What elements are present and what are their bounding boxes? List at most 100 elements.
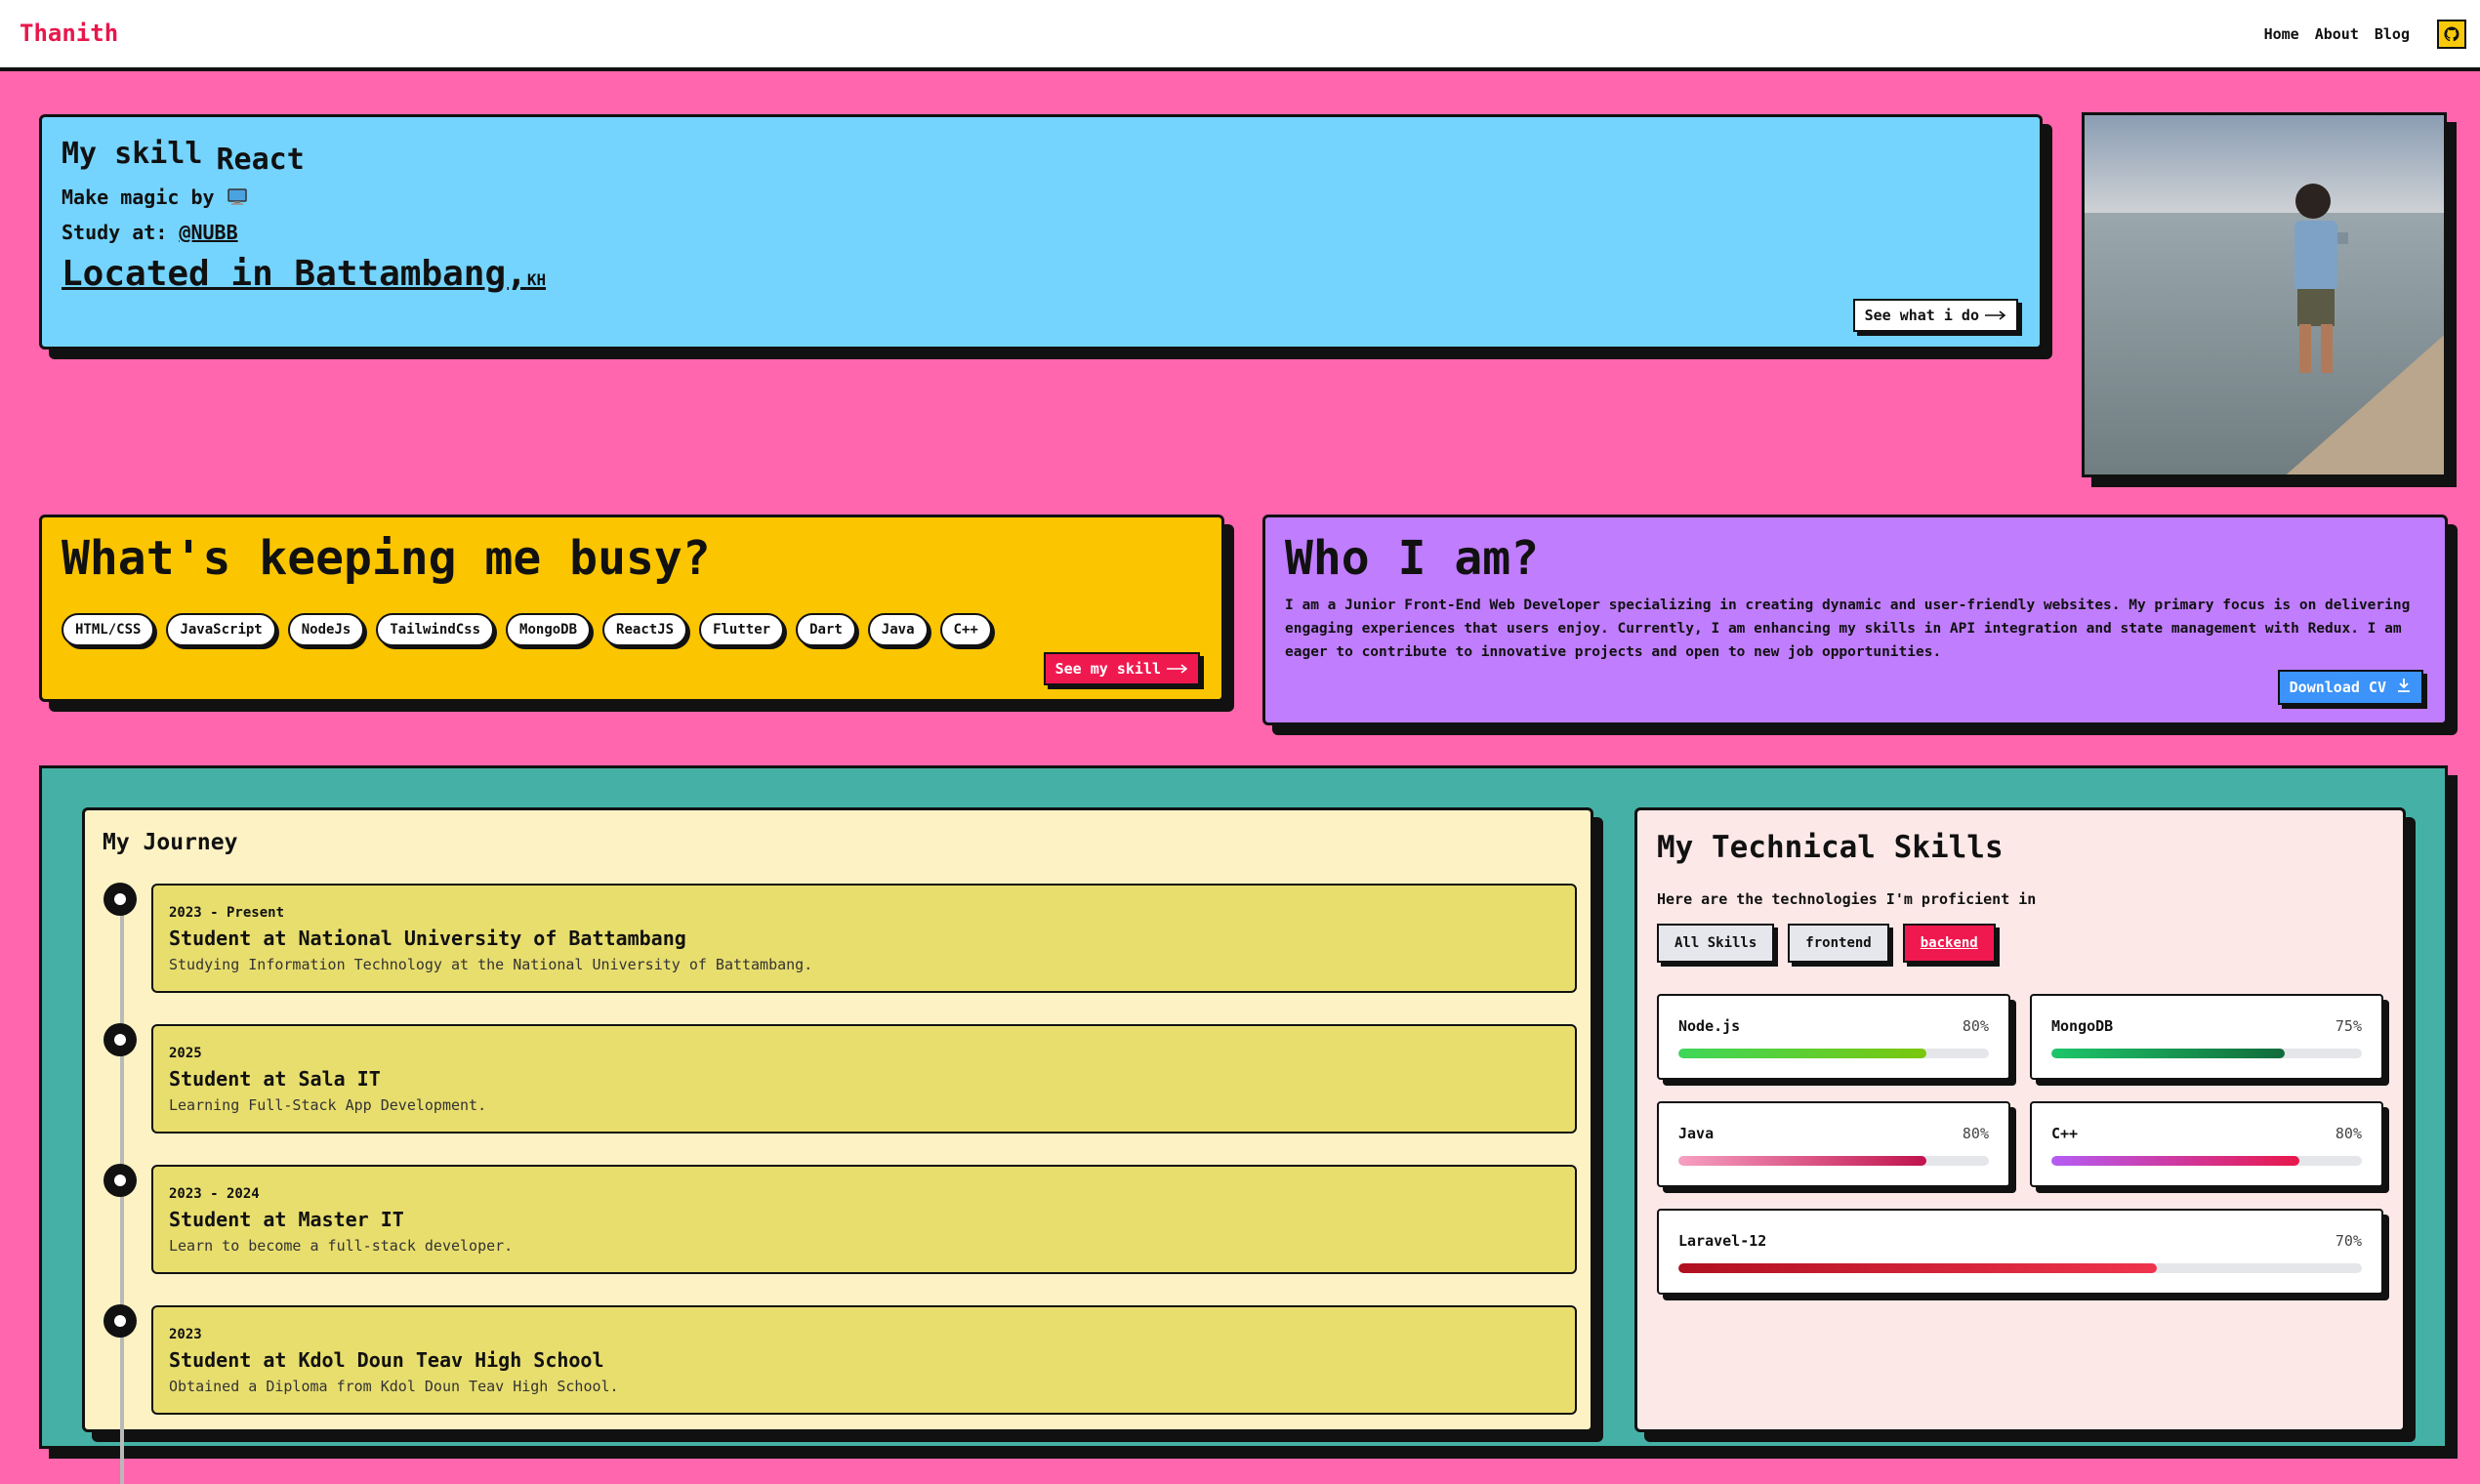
skill-percent: 80%: [2335, 1125, 2362, 1142]
skill-bar: [1678, 1156, 1989, 1166]
who-title: Who I am?: [1285, 531, 1540, 586]
skill-bar-fill: [1678, 1156, 1927, 1166]
hero-title-prefix: My skill: [62, 137, 203, 171]
skill-bar: [1678, 1049, 1989, 1058]
journey-item: 2023 Student at Kdol Doun Teav High Scho…: [151, 1305, 1577, 1415]
nav-link-home[interactable]: Home: [2264, 25, 2299, 43]
skills-title: My Technical Skills: [1657, 830, 2004, 865]
study-school-link[interactable]: @NUBB: [179, 221, 237, 244]
nav-links: Home About Blog: [2264, 25, 2410, 43]
tag-flutter: Flutter: [699, 613, 785, 646]
magic-line: Make magic by: [62, 186, 248, 209]
skill-card: MongoDB 75%: [2030, 994, 2383, 1080]
who-description: I am a Junior Front-End Web Developer sp…: [1285, 598, 2411, 660]
hero-title: My skill React: [62, 137, 305, 177]
journey-note: Learn to become a full-stack developer.: [169, 1237, 514, 1255]
tag-reactjs: ReactJS: [602, 613, 688, 646]
skill-bar: [2051, 1049, 2362, 1058]
skill-bar-fill: [2051, 1049, 2285, 1058]
journey-title: My Journey: [103, 830, 238, 855]
skill-bar: [2051, 1156, 2362, 1166]
hero-rotating-skill: React: [216, 143, 305, 177]
skills-subtitle: Here are the technologies I'm proficient…: [1657, 890, 2037, 908]
journey-note: Learning Full-Stack App Development.: [169, 1096, 487, 1114]
skill-card: Laravel-12 70%: [1657, 1209, 2383, 1295]
timeline-dot: [103, 883, 137, 916]
see-my-skill-label: See my skill: [1054, 660, 1161, 678]
skill-percent: 70%: [2335, 1232, 2362, 1250]
skill-name: Laravel-12: [1678, 1232, 1767, 1250]
skill-card: Node.js 80%: [1657, 994, 2010, 1080]
tag-nodejs: NodeJs: [287, 613, 365, 646]
journey-date: 2025: [169, 1046, 202, 1061]
top-nav: Thanith Home About Blog: [0, 0, 2480, 71]
profile-photo: [2082, 112, 2447, 477]
tag-dart: Dart: [796, 613, 856, 646]
location-code: KH: [526, 270, 547, 289]
study-label: Study at:: [62, 221, 168, 244]
study-line: Study at: @NUBB: [62, 221, 238, 244]
journey-role: Student at Master IT: [169, 1208, 404, 1231]
technical-skills-card: My Technical Skills Here are the technol…: [1634, 807, 2406, 1432]
skill-name: MongoDB: [2051, 1017, 2114, 1035]
tag-mongodb: MongoDB: [506, 613, 592, 646]
timeline-dot: [103, 1164, 137, 1197]
skill-name: C++: [2051, 1125, 2079, 1142]
download-cv-button[interactable]: Download CV: [2277, 670, 2423, 705]
skill-bar-fill: [1678, 1049, 1927, 1058]
tag-javascript: JavaScript: [166, 613, 276, 646]
journey-date: 2023: [169, 1327, 202, 1342]
skill-percent: 80%: [1962, 1017, 1989, 1035]
skill-card: Java 80%: [1657, 1101, 2010, 1187]
timeline-dot: [103, 1304, 137, 1338]
skill-filters: All Skills frontend backend: [1657, 924, 1996, 963]
skill-card: C++ 80%: [2030, 1101, 2383, 1187]
arrow-right-icon: [1985, 307, 2006, 324]
skill-bar: [1678, 1263, 2362, 1273]
see-my-skill-button[interactable]: See my skill: [1043, 652, 1200, 685]
busy-card: What's keeping me busy? HTML/CSS JavaScr…: [39, 515, 1224, 702]
github-icon[interactable]: [2437, 20, 2466, 49]
tech-tags: HTML/CSS JavaScript NodeJs TailwindCss M…: [62, 613, 992, 646]
location-text: Located in Battambang,KH: [62, 254, 546, 294]
computer-icon: [227, 186, 248, 209]
skill-percent: 80%: [1962, 1125, 1989, 1142]
journey-role: Student at Kdol Doun Teav High School: [169, 1348, 604, 1372]
journey-role: Student at Sala IT: [169, 1067, 381, 1091]
see-what-i-do-button[interactable]: See what i do: [1852, 299, 2018, 332]
journey-note: Studying Information Technology at the N…: [169, 956, 813, 973]
nav-link-about[interactable]: About: [2315, 25, 2359, 43]
skill-name: Node.js: [1678, 1017, 1741, 1035]
arrow-right-icon: [1167, 660, 1188, 678]
journey-date: 2023 - 2024: [169, 1186, 260, 1202]
nav-link-blog[interactable]: Blog: [2375, 25, 2410, 43]
download-icon: [2396, 678, 2412, 697]
magic-label: Make magic by: [62, 186, 215, 209]
filter-frontend[interactable]: frontend: [1788, 924, 1889, 963]
journey-role: Student at National University of Battam…: [169, 927, 686, 950]
journey-note: Obtained a Diploma from Kdol Doun Teav H…: [169, 1378, 619, 1395]
busy-title: What's keeping me busy?: [62, 531, 711, 586]
skill-bar-fill: [2051, 1156, 2300, 1166]
filter-all-skills[interactable]: All Skills: [1657, 924, 1775, 963]
tag-tailwindcss: TailwindCss: [376, 613, 495, 646]
tag-java: Java: [867, 613, 929, 646]
tag-cpp: C++: [939, 613, 992, 646]
journey-item: 2025 Student at Sala IT Learning Full-St…: [151, 1024, 1577, 1134]
tag-html-css: HTML/CSS: [62, 613, 155, 646]
skill-name: Java: [1678, 1125, 1715, 1142]
journey-item: 2023 - Present Student at National Unive…: [151, 884, 1577, 993]
download-cv-label: Download CV: [2289, 679, 2386, 696]
see-what-i-do-label: See what i do: [1864, 307, 1979, 324]
brand-logo[interactable]: Thanith: [20, 20, 118, 47]
skill-percent: 75%: [2335, 1017, 2362, 1035]
location-label: Located in Battambang,: [62, 254, 527, 294]
journey-card: My Journey 2023 - Present Student at Nat…: [82, 807, 1593, 1484]
journey-item: 2023 - 2024 Student at Master IT Learn t…: [151, 1165, 1577, 1274]
skill-bar-fill: [1678, 1263, 2157, 1273]
filter-backend[interactable]: backend: [1902, 924, 1996, 963]
hero-card: My skill React Make magic by Study at: @…: [39, 114, 2043, 350]
timeline-dot: [103, 1023, 137, 1056]
who-card: Who I am? I am a Junior Front-End Web De…: [1262, 515, 2448, 725]
journey-date: 2023 - Present: [169, 905, 285, 921]
